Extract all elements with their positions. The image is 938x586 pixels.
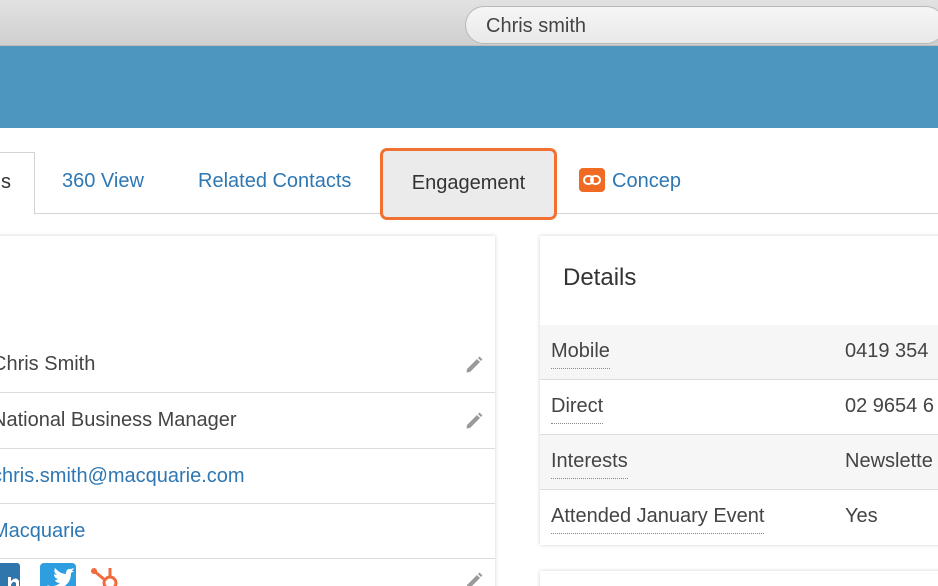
browser-toolbar: Chris smith xyxy=(0,0,938,46)
contact-tabs: s 360 View Related Contacts Engagement C… xyxy=(0,128,938,220)
global-search-input[interactable]: Chris smith xyxy=(465,6,938,44)
profile-card-header xyxy=(0,236,495,282)
details-value: Yes xyxy=(845,505,878,527)
concep-icon xyxy=(579,167,605,192)
details-row-mobile: Mobile 0419 354 xyxy=(540,325,938,380)
contact-email-link[interactable]: chris.smith@macquarie.com xyxy=(0,449,245,504)
details-label: Direct xyxy=(551,388,604,424)
details-row-direct: Direct 02 9654 6 xyxy=(540,380,938,435)
company-row: Macquarie xyxy=(0,504,495,559)
contact-profile-card: Chris Smith National Business Manager ch… xyxy=(0,236,495,586)
name-row: Chris Smith xyxy=(0,337,495,393)
tab-360-view[interactable]: 360 View xyxy=(62,152,144,214)
social-links xyxy=(0,563,495,586)
details-value: 02 9654 6 xyxy=(845,395,934,417)
pencil-icon[interactable] xyxy=(464,411,484,431)
job-title-row: National Business Manager xyxy=(0,393,495,449)
contact-name: Chris Smith xyxy=(0,353,96,375)
tab-engagement[interactable]: Engagement xyxy=(380,148,557,220)
details-heading: Details xyxy=(563,264,637,291)
secondary-card xyxy=(540,571,938,586)
tab-concep[interactable]: Concep xyxy=(579,152,681,214)
details-value: 0419 354 xyxy=(845,340,929,362)
app-header-banner xyxy=(0,46,938,128)
details-label: Attended January Event xyxy=(551,498,765,534)
contact-company-link[interactable]: Macquarie xyxy=(0,504,85,559)
tab-related-contacts[interactable]: Related Contacts xyxy=(198,152,351,214)
details-label: Interests xyxy=(551,443,628,479)
hubspot-icon[interactable] xyxy=(90,563,122,586)
pencil-icon[interactable] xyxy=(464,355,484,375)
contact-job-title: National Business Manager xyxy=(0,409,237,431)
details-value: Newslette xyxy=(845,450,933,472)
tab-concep-label: Concep xyxy=(612,170,681,192)
tab-details[interactable]: s xyxy=(0,152,35,215)
pencil-icon[interactable] xyxy=(464,571,484,586)
twitter-icon[interactable] xyxy=(40,563,76,586)
email-field-row: chris.smith@macquarie.com xyxy=(0,449,495,504)
linkedin-icon[interactable] xyxy=(0,563,20,586)
details-card: Details Mobile 0419 354 Direct 02 9654 6… xyxy=(540,236,938,545)
details-row-interests: Interests Newslette xyxy=(540,435,938,490)
contact-page: s 360 View Related Contacts Engagement C… xyxy=(0,128,938,586)
details-row-attended-event: Attended January Event Yes xyxy=(540,490,938,545)
details-label: Mobile xyxy=(551,333,610,369)
